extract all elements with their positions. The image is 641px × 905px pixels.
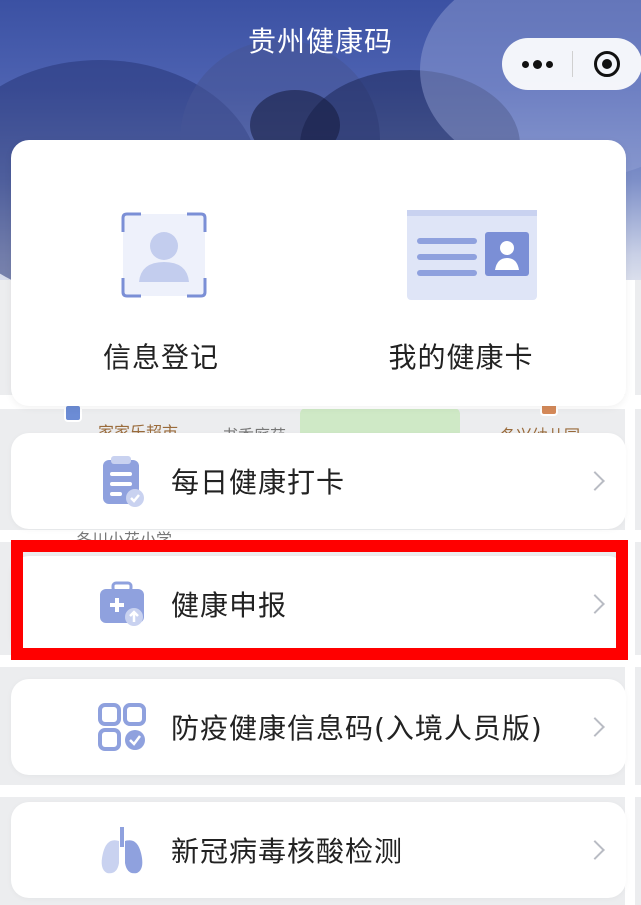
- mini-program-capsule: [502, 38, 641, 90]
- menu-item-label: 健康申报: [171, 589, 288, 622]
- info-register-button[interactable]: 信息登记: [11, 140, 311, 406]
- chevron-right-icon: [585, 594, 605, 614]
- menu-item-label: 每日健康打卡: [171, 466, 346, 499]
- menu-item-entry-health-code[interactable]: 防疫健康信息码(入境人员版): [11, 679, 626, 775]
- menu-item-label: 新冠病毒核酸检测: [171, 835, 404, 868]
- menu-item-daily-checkin[interactable]: 每日健康打卡: [11, 433, 626, 529]
- map-road: [0, 785, 641, 797]
- more-dots-icon[interactable]: [502, 38, 572, 90]
- health-card-icon: [407, 210, 537, 300]
- quick-actions-card: 信息登记 我的健康卡: [11, 140, 626, 406]
- lungs-icon: [101, 827, 143, 874]
- chevron-right-icon: [585, 717, 605, 737]
- clipboard-check-icon: [103, 456, 144, 507]
- qr-grid-icon: [98, 703, 146, 751]
- map-road: [625, 280, 635, 905]
- map-road: [0, 655, 641, 667]
- chevron-right-icon: [585, 840, 605, 860]
- quick-action-label: 信息登记: [102, 341, 219, 374]
- menu-item-health-report[interactable]: 健康申报: [11, 556, 626, 652]
- menu-item-label: 防疫健康信息码(入境人员版): [171, 712, 543, 745]
- chevron-right-icon: [585, 471, 605, 491]
- my-health-card-button[interactable]: 我的健康卡: [311, 140, 611, 406]
- target-circle-icon[interactable]: [573, 38, 641, 90]
- person-id-icon: [121, 212, 207, 298]
- menu-item-nucleic-acid-test[interactable]: 新冠病毒核酸检测: [11, 802, 626, 898]
- map-pin-icon: [64, 404, 82, 422]
- map-label: 冬川小花小学: [76, 530, 173, 549]
- quick-action-label: 我的健康卡: [388, 341, 534, 374]
- medical-kit-icon: [100, 581, 144, 626]
